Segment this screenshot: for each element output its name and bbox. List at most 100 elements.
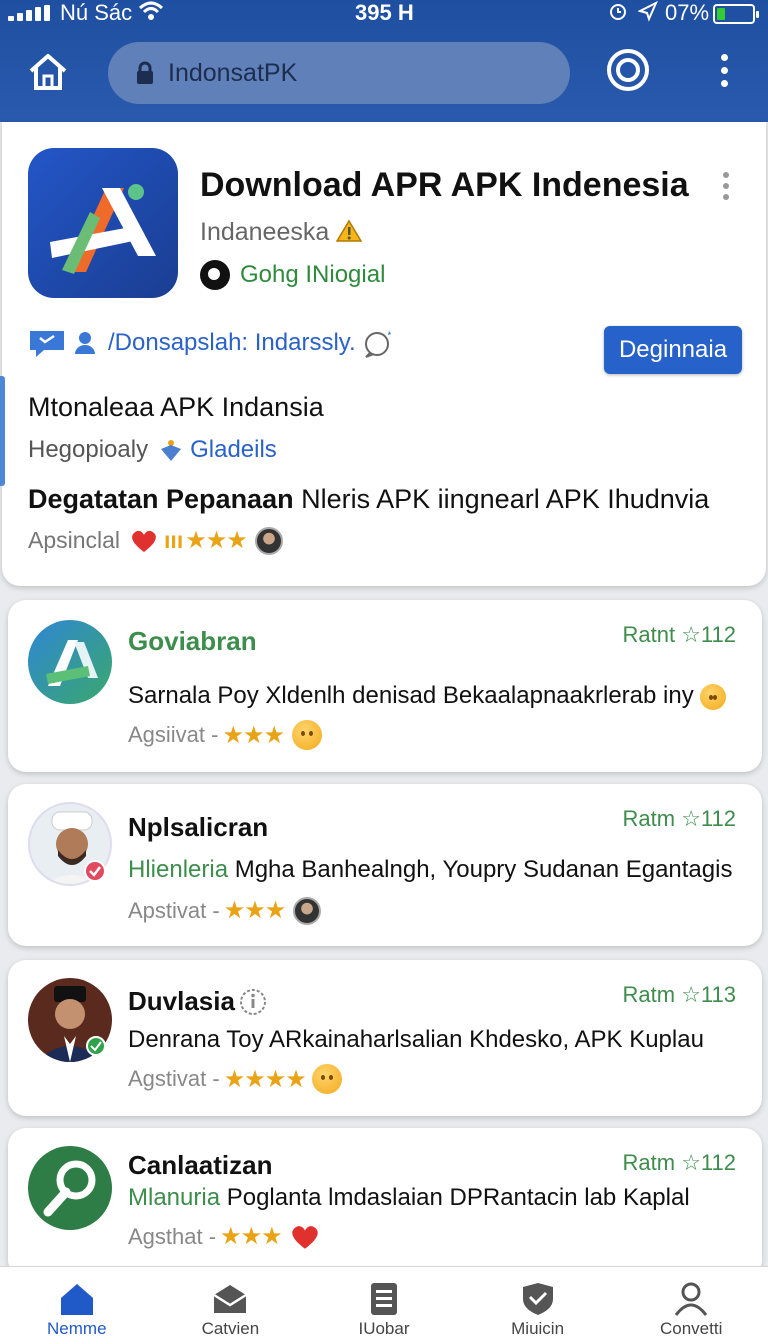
info-icon: [239, 988, 266, 1015]
verified-label: Gohg INiogial: [240, 261, 386, 288]
person-icon: [674, 1282, 708, 1316]
browser-menu-button[interactable]: [714, 54, 734, 90]
category-label: Hegopioaly: [28, 436, 149, 463]
document-icon: [370, 1283, 397, 1315]
review-meta: Agsiivat - ★★★: [128, 720, 323, 750]
verified-row: Gohg INiogial: [200, 260, 385, 290]
review-stars: ★★★: [220, 1223, 283, 1250]
home-icon: [60, 1284, 93, 1315]
review-body: Poglanta lmdaslaian DPRantacin lab Kapla…: [220, 1184, 690, 1211]
url-bar[interactable]: IndonsatPK: [108, 42, 570, 104]
reviewer-avatar: [28, 620, 112, 704]
lock-icon: [137, 61, 153, 84]
install-button[interactable]: Deginnaia: [604, 326, 742, 374]
description-rest: Nleris APK iingnearl APK Ihudnvia: [293, 484, 710, 514]
category-badge-label: Gladeils: [190, 436, 277, 463]
smiley-icon: [292, 720, 323, 750]
ring-icon: [607, 49, 649, 91]
nav-label: Miuicin: [511, 1319, 565, 1338]
review-highlight: Hlienleria: [128, 856, 229, 883]
status-bar: Nú Sác 395 H 07%: [0, 0, 768, 28]
category-row: Hegopioaly Gladeils: [28, 436, 277, 464]
app-description: Degatatan Pepanaan Nleris APK iingnearl …: [28, 484, 709, 515]
nav-label: IUobar: [358, 1319, 410, 1338]
share-text: /Donsapslah: Indarssly.: [108, 329, 356, 356]
scroll-accent: [0, 376, 5, 486]
online-badge-icon: [86, 1036, 106, 1056]
heart-icon: [291, 1225, 318, 1249]
review-stars: ★★★★: [223, 1065, 307, 1093]
home-button[interactable]: [24, 50, 72, 94]
inbox-icon: [213, 1285, 248, 1313]
review-card[interactable]: Nplsalicran Ratm ☆112 Hlienleria Mgha Ba…: [8, 784, 762, 946]
reviewer-name: Goviabran: [128, 626, 257, 656]
reviewer-name: Canlaatizan: [128, 1150, 273, 1180]
tabs-button[interactable]: [604, 46, 652, 94]
app-more-button[interactable]: [720, 172, 732, 206]
review-card[interactable]: Goviabran Ratnt ☆112 Sarnala Poy Xldenlh…: [8, 600, 762, 772]
verified-badge-icon: [84, 860, 106, 882]
nav-item-document[interactable]: IUobar: [307, 1267, 461, 1344]
rating-marks: ııı: [164, 527, 184, 553]
home-icon: [29, 54, 67, 90]
wifi-icon: [138, 0, 164, 28]
rating-stars: ★★★: [185, 527, 248, 554]
battery-icon: [713, 4, 759, 24]
share-row[interactable]: /Donsapslah: Indarssly.: [28, 328, 404, 358]
app-title: Download APR APK Indenesia: [200, 166, 689, 204]
award-icon: [161, 440, 182, 461]
review-meta: Agsthat - ★★★: [128, 1222, 320, 1251]
signal-icon: [8, 5, 50, 21]
warning-icon: [336, 219, 363, 242]
reviewer-name-row: Duvlasia: [128, 986, 267, 1017]
app-logo: [28, 148, 178, 298]
reviewer-thumbnail: [293, 896, 322, 925]
description-bold: Degatatan Pepanaan: [28, 484, 294, 514]
review-card[interactable]: Duvlasia Ratm ☆113 Denrana Toy ARkainaha…: [8, 960, 762, 1116]
review-card[interactable]: Canlaatizan Ratm ☆112 Mlanuria Poglanta …: [8, 1128, 762, 1278]
location-icon: [637, 0, 659, 28]
nav-item-home[interactable]: Nemme: [0, 1267, 154, 1344]
review-meta-label: Agstivat -: [128, 1066, 220, 1091]
rating-label: Apsinclal: [28, 527, 121, 553]
review-score: Ratm ☆112: [622, 1150, 736, 1175]
app-subtitle: Mtonaleaa APK Indansia: [28, 392, 324, 422]
review-meta-label: Agsiivat -: [128, 722, 219, 747]
status-time: 395 H: [355, 0, 414, 25]
review-score: Ratm ☆113: [622, 982, 736, 1007]
review-text: Hlienleria Mgha Banhealngh, Youpry Sudan…: [128, 856, 732, 884]
smiley-icon: [700, 683, 727, 710]
shield-icon: [522, 1283, 553, 1315]
reviewer-name: Duvlasia: [128, 986, 235, 1016]
nav-label: Catvien: [201, 1319, 260, 1338]
review-text: Sarnala Poy Xldenlh denisad Bekaalapnaak…: [128, 682, 727, 710]
nav-item-inbox[interactable]: Catvien: [154, 1267, 308, 1344]
review-text: Mlanuria Poglanta lmdaslaian DPRantacin …: [128, 1184, 690, 1212]
reviewer-avatar: [28, 1146, 112, 1230]
review-meta-label: Apstivat -: [128, 897, 220, 923]
heart-icon: [132, 530, 156, 552]
bottom-navigation: Nemme Catvien IUobar Miuicin Convetti: [0, 1266, 768, 1344]
review-stars: ★★★: [222, 721, 285, 749]
review-stars: ★★★: [223, 897, 287, 924]
review-meta-label: Agsthat -: [128, 1223, 217, 1249]
comment-icon: [364, 331, 391, 358]
nav-item-shield[interactable]: Miuicin: [461, 1267, 615, 1344]
developer-name[interactable]: Indaneeska: [200, 218, 363, 247]
browser-header: Nú Sác 395 H 07% IndonsatPK: [0, 0, 768, 122]
review-meta: Agstivat - ★★★★: [128, 1064, 342, 1094]
reviewer-name: Nplsalicran: [128, 812, 269, 842]
alarm-icon: [608, 0, 628, 28]
review-body: Mgha Banhealngh, Youpry Sudanan Egantagi…: [228, 856, 733, 883]
developer-label: Indaneeska: [200, 218, 330, 246]
reviewer-avatar: [254, 526, 283, 555]
category-badge[interactable]: Gladeils: [158, 436, 277, 464]
review-meta: Apstivat - ★★★: [128, 896, 322, 925]
nav-label: Nemme: [47, 1319, 107, 1338]
verified-icon: [200, 260, 230, 290]
smiley-icon: [311, 1064, 342, 1094]
carrier-name: Nú Sác: [60, 0, 133, 25]
nav-item-profile[interactable]: Convetti: [614, 1267, 768, 1344]
battery-percent: 07%: [665, 0, 710, 25]
user-icon: [75, 332, 95, 354]
